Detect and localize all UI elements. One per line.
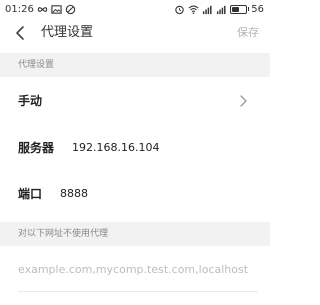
port-row[interactable]: 端口 8888 [0, 170, 270, 218]
battery-icon [229, 4, 247, 14]
status-bar-left: 01:26 [5, 4, 76, 15]
bypass-hosts-input[interactable] [0, 247, 270, 291]
page-title: 代理设置 [41, 25, 94, 40]
chevron-right-icon [240, 95, 247, 107]
infinity-icon [37, 6, 47, 12]
proxy-mode-label: 手动 [18, 94, 43, 108]
section-header-proxy-settings: 代理设置 [0, 53, 270, 77]
alarm-icon [175, 5, 184, 14]
section-header-bypass: 对以下网址不使用代理 [0, 222, 270, 246]
status-bar-right: 56 [174, 4, 264, 15]
back-arrow-icon[interactable] [12, 24, 30, 42]
server-label: 服务器 [18, 141, 55, 155]
save-button[interactable]: 保存 [237, 25, 259, 41]
status-time: 01:26 [5, 3, 34, 15]
proxy-mode-row[interactable]: 手动 [0, 77, 270, 125]
signal-icon-2 [216, 5, 226, 14]
block-icon [65, 4, 76, 14]
status-bar: 01:26 56 [0, 0, 270, 18]
battery-fill [231, 6, 240, 12]
app-header: 代理设置 保存 [0, 18, 270, 48]
server-row[interactable]: 服务器 192.168.16.104 [0, 124, 270, 172]
wifi-icon [188, 5, 199, 14]
port-label: 端口 [18, 187, 43, 201]
signal-icon [202, 5, 212, 14]
battery-percent: 56 [251, 3, 264, 15]
battery-indicator: 56 [229, 3, 264, 15]
server-input[interactable]: 192.168.16.104 [72, 124, 159, 172]
image-icon [51, 4, 62, 14]
port-input[interactable]: 8888 [60, 170, 88, 218]
